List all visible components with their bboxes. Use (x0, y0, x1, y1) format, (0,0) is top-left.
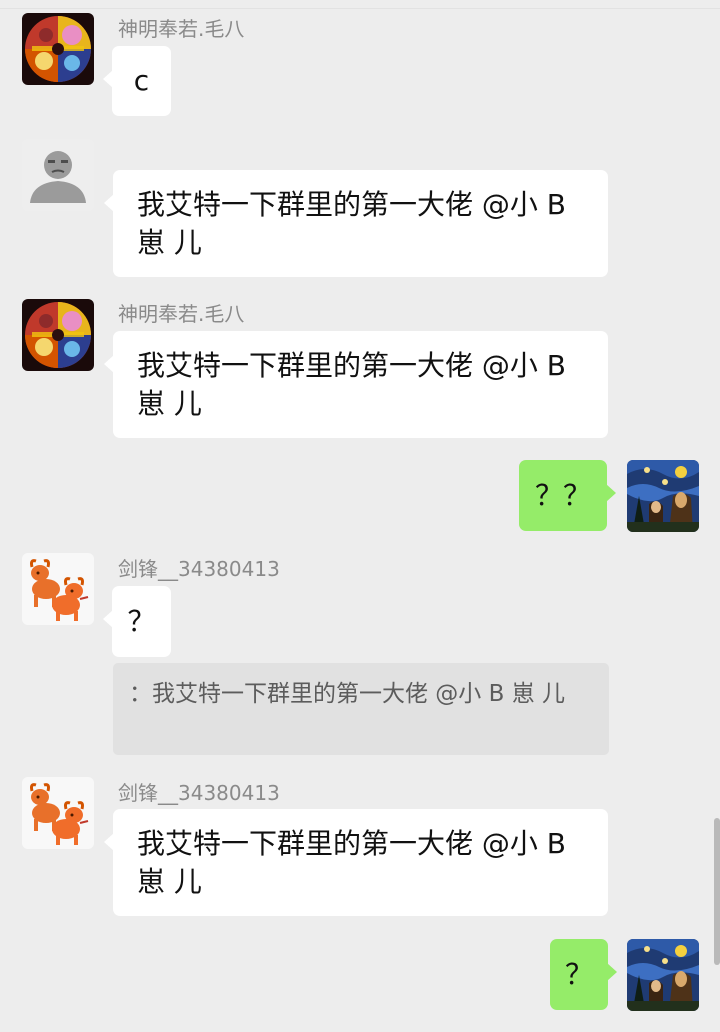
quoted-message[interactable]: ：我艾特一下群里的第一大佬 @小 B 崽 儿 (113, 663, 609, 755)
sender-avatar[interactable] (22, 777, 94, 849)
sender-avatar[interactable] (22, 139, 94, 211)
chaos-collage-avatar-icon (22, 299, 94, 371)
starry-night-mona-lisa-avatar-icon (627, 939, 699, 1011)
scrollbar[interactable] (714, 818, 720, 965)
my-message-bubble[interactable]: ？？ (519, 460, 616, 531)
default-gray-avatar-icon (22, 139, 94, 211)
sender-name: 剑锋__34380413 (118, 781, 280, 805)
my-avatar[interactable] (627, 939, 699, 1011)
sender-name: 神明奉若.毛八 (118, 17, 245, 41)
message-bubble[interactable]: 我艾特一下群里的第一大佬 @小 B 崽 儿 (104, 331, 608, 438)
sender-avatar[interactable] (22, 299, 94, 371)
sender-avatar[interactable] (22, 553, 94, 625)
sender-avatar[interactable] (22, 13, 94, 85)
message-bubble[interactable]: 我艾特一下群里的第一大佬 @小 B 崽 儿 (104, 170, 608, 277)
orange-ox-avatar-icon (22, 777, 94, 849)
chaos-collage-avatar-icon (22, 13, 94, 85)
message-bubble[interactable]: c (103, 46, 171, 116)
orange-ox-avatar-icon (22, 553, 94, 625)
sender-name: 剑锋__34380413 (118, 557, 280, 581)
my-avatar[interactable] (627, 460, 699, 532)
message-bubble[interactable]: 我艾特一下群里的第一大佬 @小 B 崽 儿 (104, 809, 608, 916)
starry-night-mona-lisa-avatar-icon (627, 460, 699, 532)
sender-name: 神明奉若.毛八 (118, 302, 245, 326)
my-message-bubble[interactable]: ？ (550, 939, 617, 1010)
top-divider (0, 8, 720, 9)
message-bubble[interactable]: ？ (103, 586, 171, 657)
